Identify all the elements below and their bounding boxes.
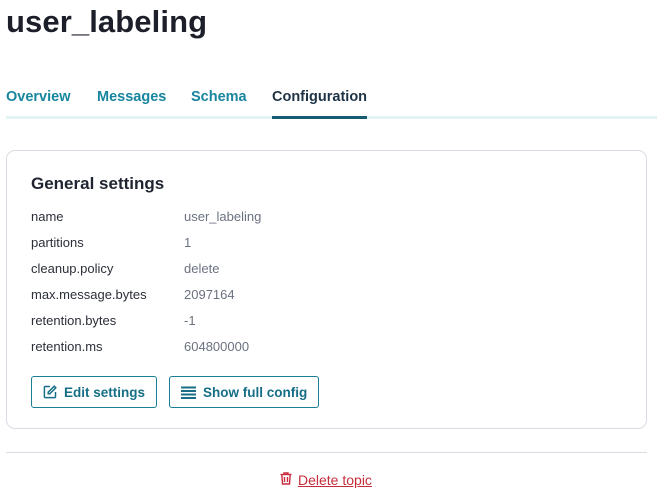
- tab-overview[interactable]: Overview: [6, 88, 71, 119]
- setting-key: retention.ms: [31, 339, 103, 354]
- tab-messages[interactable]: Messages: [97, 88, 166, 119]
- delete-topic-link[interactable]: Delete topic: [280, 472, 372, 488]
- page-title: user_labeling: [6, 4, 208, 39]
- setting-key: max.message.bytes: [31, 287, 147, 302]
- delete-topic-label: Delete topic: [298, 472, 372, 488]
- setting-key: retention.bytes: [31, 313, 117, 328]
- setting-value: -1: [184, 313, 196, 328]
- section-divider: [6, 452, 647, 453]
- edit-settings-label: Edit settings: [64, 384, 146, 400]
- setting-value: 1: [184, 235, 192, 250]
- setting-key: partitions: [31, 235, 84, 250]
- setting-key: name: [31, 209, 64, 224]
- general-settings-card: General settings name user_labeling part…: [6, 150, 647, 429]
- general-settings-title: General settings: [31, 174, 165, 193]
- trash-icon: [280, 472, 292, 488]
- setting-value: delete: [184, 261, 220, 276]
- setting-value: user_labeling: [184, 209, 262, 224]
- show-full-config-button[interactable]: Show full config: [169, 376, 320, 408]
- list-icon: [181, 386, 196, 399]
- setting-key: cleanup.policy: [31, 261, 114, 276]
- setting-value: 2097164: [184, 287, 235, 302]
- setting-value: 604800000: [184, 339, 250, 354]
- edit-settings-button[interactable]: Edit settings: [31, 376, 158, 408]
- topic-tabs: Overview Messages Schema Configuration: [6, 88, 657, 119]
- show-full-config-label: Show full config: [203, 384, 308, 400]
- edit-icon: [43, 385, 57, 399]
- tab-configuration[interactable]: Configuration: [272, 88, 368, 119]
- tab-schema[interactable]: Schema: [191, 88, 247, 119]
